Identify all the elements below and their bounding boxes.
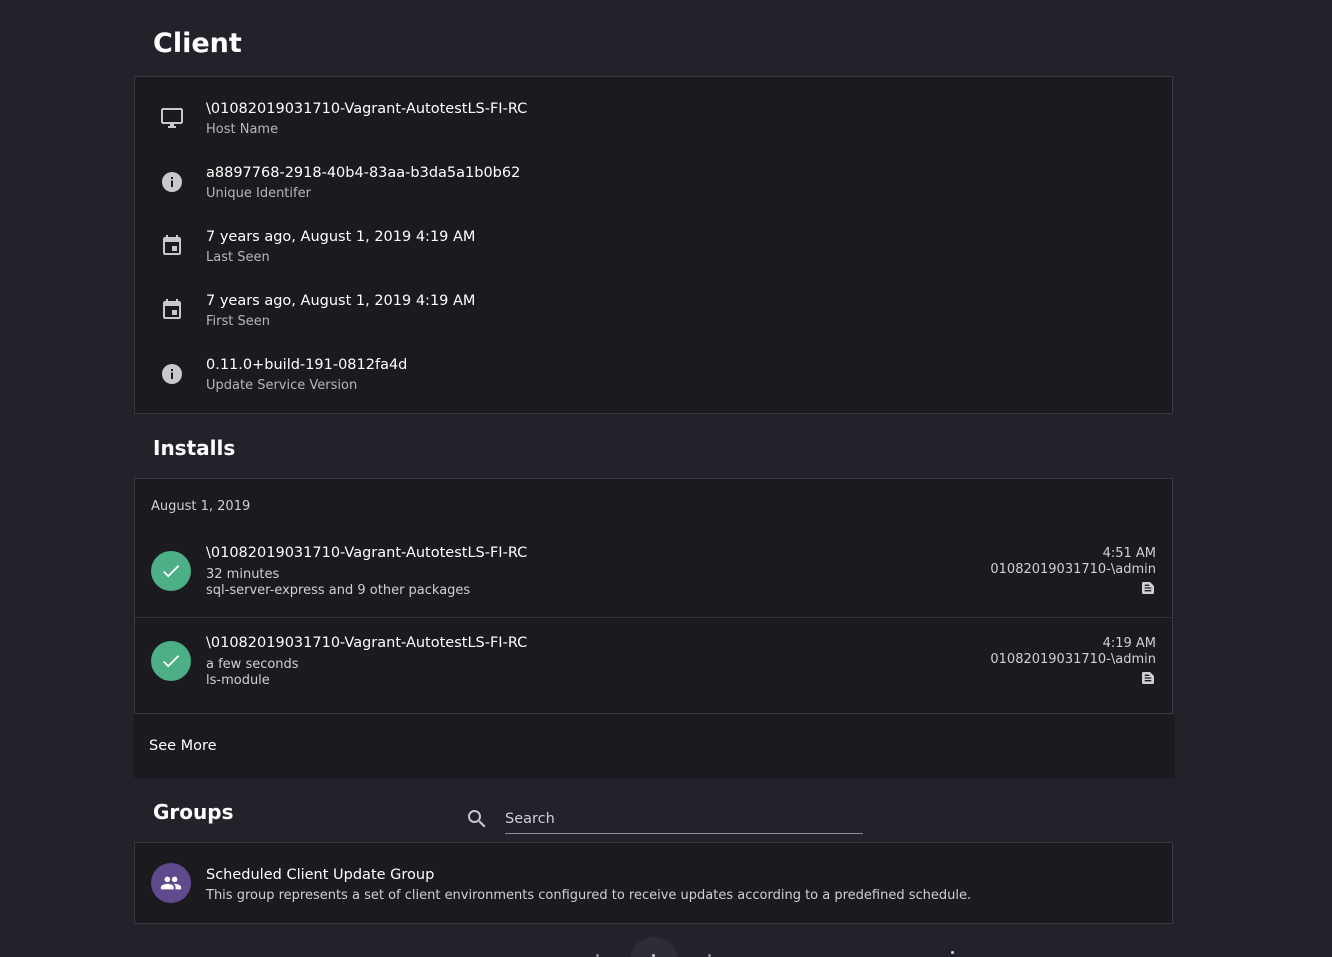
info-icon <box>157 167 187 197</box>
group-name: Scheduled Client Update Group <box>206 867 435 883</box>
unique-identifier-label: Unique Identifer <box>206 186 311 201</box>
search-icon <box>465 807 489 835</box>
client-row-last-seen: 7 years ago, August 1, 2019 4:19 AM Last… <box>135 227 1172 271</box>
client-row-unique-identifier: a8897768-2918-40b4-83aa-b3da5a1b0b62 Uni… <box>135 163 1172 207</box>
groups-search <box>465 805 865 835</box>
install-row[interactable]: \01082019031710-Vagrant-AutotestLS-FI-RC… <box>135 537 1172 617</box>
calendar-icon <box>157 295 187 325</box>
group-description: This group represents a set of client en… <box>206 888 972 903</box>
host-name-value: \01082019031710-Vagrant-AutotestLS-FI-RC <box>206 101 528 117</box>
install-user: 01082019031710-\admin <box>990 562 1156 577</box>
group-row[interactable]: Scheduled Client Update Group This group… <box>135 843 1172 923</box>
host-name-label: Host Name <box>206 122 279 137</box>
install-packages: ls-module <box>206 673 270 688</box>
update-service-version-value: 0.11.0+build-191-0812fa4d <box>206 357 408 373</box>
log-file-icon[interactable] <box>1140 670 1156 690</box>
install-divider <box>135 617 1172 618</box>
install-duration: a few seconds <box>206 657 299 672</box>
group-icon <box>151 863 191 903</box>
client-row-update-service-version: 0.11.0+build-191-0812fa4d Update Service… <box>135 355 1172 399</box>
install-row[interactable]: \01082019031710-Vagrant-AutotestLS-FI-RC… <box>135 627 1172 707</box>
installs-date-header: August 1, 2019 <box>151 499 251 514</box>
install-host-name: \01082019031710-Vagrant-AutotestLS-FI-RC <box>206 635 528 651</box>
install-user: 01082019031710-\admin <box>990 652 1156 667</box>
client-info-card: \01082019031710-Vagrant-AutotestLS-FI-RC… <box>134 76 1173 414</box>
last-seen-value: 7 years ago, August 1, 2019 4:19 AM <box>206 229 476 245</box>
first-seen-value: 7 years ago, August 1, 2019 4:19 AM <box>206 293 476 309</box>
install-host-name: \01082019031710-Vagrant-AutotestLS-FI-RC <box>206 545 528 561</box>
install-time: 4:19 AM <box>1102 636 1156 651</box>
search-input[interactable] <box>505 805 863 834</box>
install-duration: 32 minutes <box>206 567 280 582</box>
update-service-version-label: Update Service Version <box>206 378 358 393</box>
client-section-title: Client <box>153 28 242 59</box>
see-more-button[interactable]: See More <box>149 738 217 754</box>
client-detail-page: Client \01082019031710-Vagrant-AutotestL… <box>0 0 1332 957</box>
install-time: 4:51 AM <box>1102 546 1156 561</box>
installs-section-title: Installs <box>153 436 236 460</box>
client-row-first-seen: 7 years ago, August 1, 2019 4:19 AM Firs… <box>135 291 1172 335</box>
log-file-icon[interactable] <box>1140 580 1156 600</box>
monitor-icon <box>157 103 187 133</box>
groups-card: Scheduled Client Update Group This group… <box>134 842 1173 924</box>
info-icon <box>157 359 187 389</box>
success-status-icon <box>151 641 191 681</box>
first-seen-label: First Seen <box>206 314 270 329</box>
calendar-icon <box>157 231 187 261</box>
last-seen-label: Last Seen <box>206 250 270 265</box>
installs-card: August 1, 2019 \01082019031710-Vagrant-A… <box>134 478 1173 714</box>
see-more-bar: See More <box>134 714 1175 778</box>
success-status-icon <box>151 551 191 591</box>
unique-identifier-value: a8897768-2918-40b4-83aa-b3da5a1b0b62 <box>206 165 521 181</box>
install-packages: sql-server-express and 9 other packages <box>206 583 471 598</box>
client-row-host-name: \01082019031710-Vagrant-AutotestLS-FI-RC… <box>135 99 1172 143</box>
groups-section-title: Groups <box>153 800 234 824</box>
more-options-icon[interactable] <box>951 951 954 954</box>
